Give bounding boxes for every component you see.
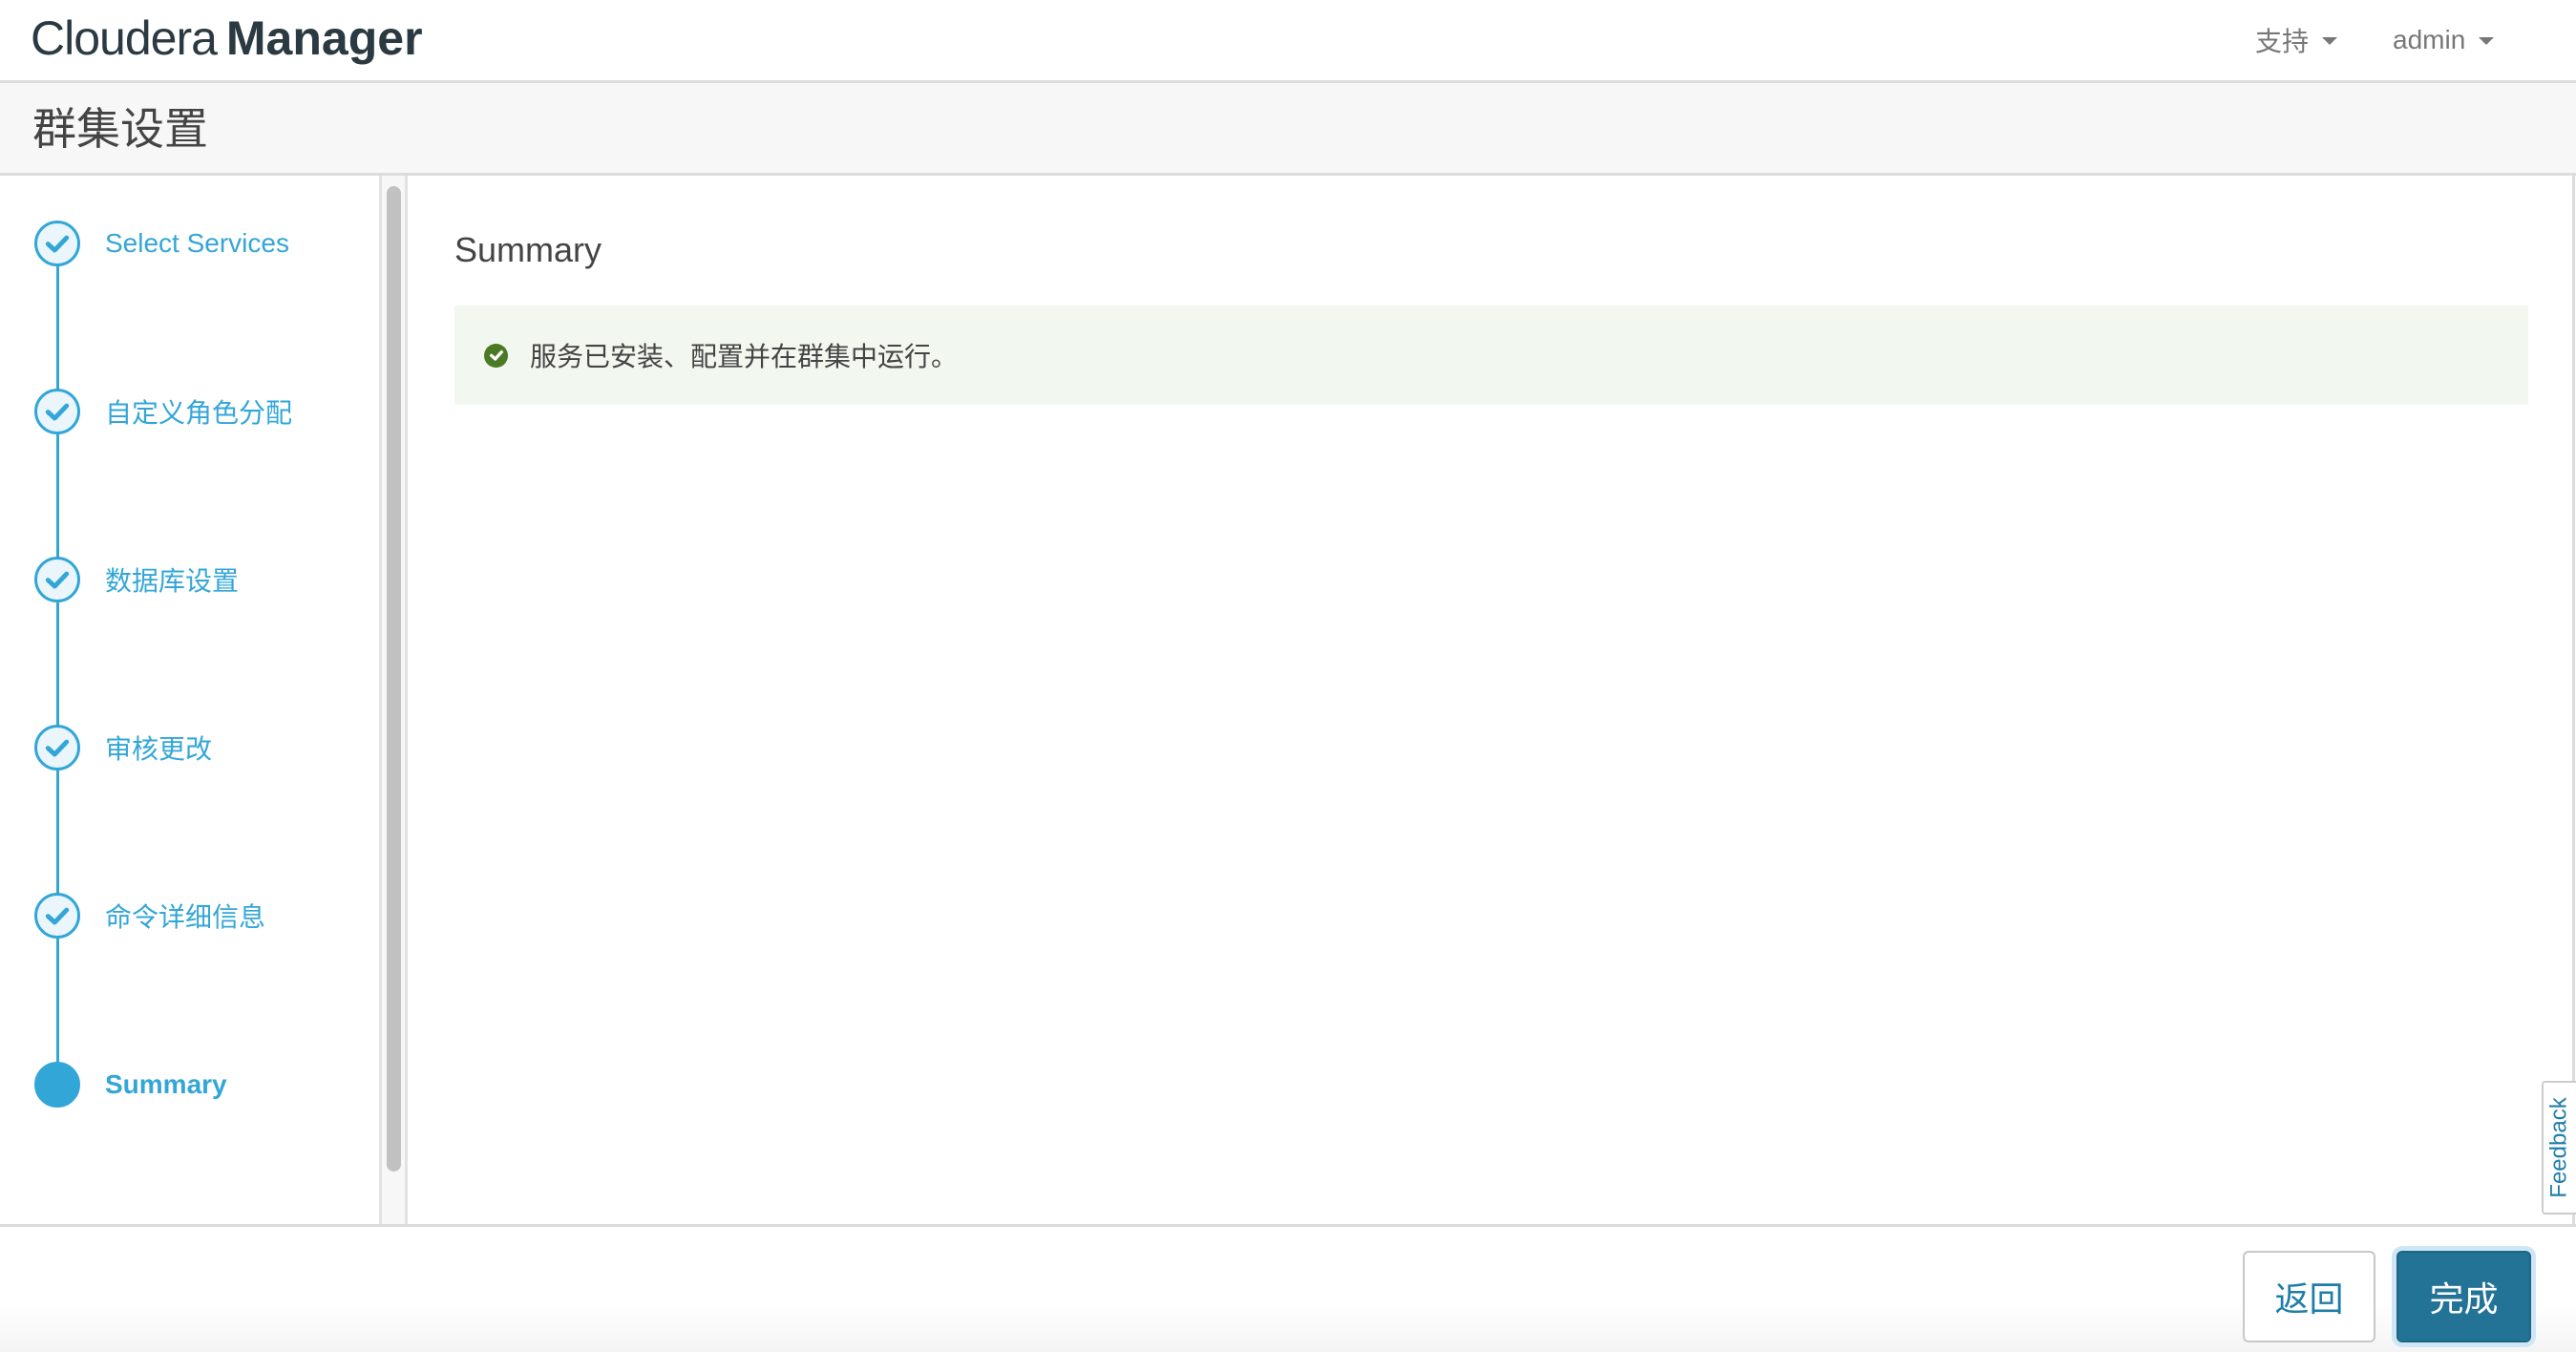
step-complete-check-icon	[34, 893, 80, 939]
top-nav: Cloudera Manager 支持 admin	[0, 0, 2576, 83]
step-label: 审核更改	[105, 734, 213, 764]
wizard-step-review-changes[interactable]: 审核更改	[34, 725, 212, 771]
feedback-label: Feedback	[2546, 1097, 2572, 1198]
step-current-dot-icon	[34, 1062, 80, 1108]
sidebar-scrollbar-thumb[interactable]	[387, 186, 401, 1172]
wizard-step-summary[interactable]: Summary	[34, 1062, 227, 1108]
brand-bold: Manager	[225, 11, 423, 65]
wizard-footer: 返回 完成	[0, 1224, 2576, 1352]
title-bar: 群集设置	[0, 83, 2576, 176]
section-heading: Summary	[454, 230, 602, 269]
check-circle-icon	[484, 343, 508, 368]
step-complete-check-icon	[34, 389, 80, 434]
support-menu-label: 支持	[2255, 27, 2310, 56]
main-panel: Summary 服务已安装、配置并在群集中运行。	[408, 176, 2575, 1224]
wizard-step-database-setup[interactable]: 数据库设置	[34, 557, 239, 602]
finish-button[interactable]: 完成	[2397, 1251, 2531, 1342]
step-label: 自定义角色分配	[105, 398, 293, 428]
step-complete-check-icon	[34, 725, 80, 771]
success-alert: 服务已安装、配置并在群集中运行。	[454, 306, 2528, 405]
brand-logo[interactable]: Cloudera Manager	[31, 10, 423, 67]
feedback-tab[interactable]: Feedback	[2542, 1081, 2576, 1215]
step-complete-check-icon	[34, 221, 80, 266]
user-menu-label: admin	[2393, 25, 2466, 54]
caret-down-icon	[2479, 37, 2495, 45]
success-message: 服务已安装、配置并在群集中运行。	[530, 342, 959, 371]
brand-light: Cloudera	[31, 11, 218, 65]
step-complete-check-icon	[34, 557, 80, 602]
wizard-step-select-services[interactable]: Select Services	[34, 221, 289, 266]
step-label: 命令详细信息	[105, 902, 266, 932]
wizard-step-command-details[interactable]: 命令详细信息	[34, 893, 265, 939]
step-connector-line	[56, 243, 59, 1086]
sidebar-scrollbar[interactable]	[379, 176, 408, 1224]
step-label: 数据库设置	[105, 566, 240, 596]
back-button[interactable]: 返回	[2243, 1251, 2375, 1342]
step-label: Select Services	[105, 228, 289, 258]
caret-down-icon	[2322, 37, 2338, 45]
wizard-step-role-assignment[interactable]: 自定义角色分配	[34, 389, 292, 434]
user-menu[interactable]: admin	[2393, 19, 2495, 61]
page-title: 群集设置	[32, 104, 208, 154]
step-label: Summary	[105, 1069, 227, 1099]
support-menu[interactable]: 支持	[2255, 19, 2338, 61]
wizard-sidebar: Select Services 自定义角色分配 数据库设置 审核更改 命令详细信…	[0, 176, 379, 1224]
